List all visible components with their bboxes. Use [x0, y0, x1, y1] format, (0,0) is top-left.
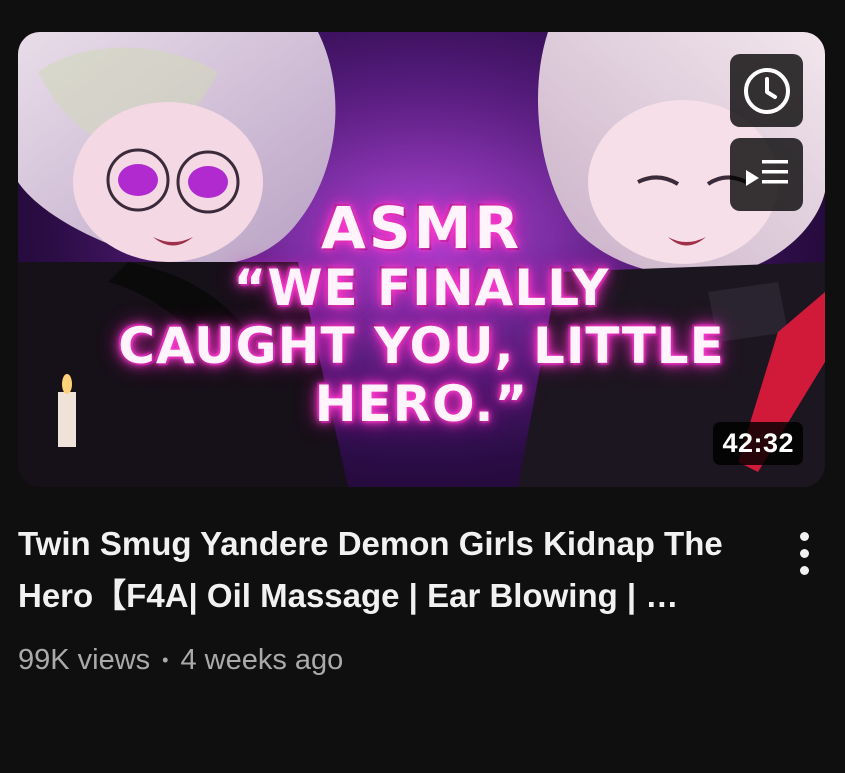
stats-separator: •	[162, 650, 169, 670]
upload-age: 4 weeks ago	[180, 644, 344, 676]
watch-later-button[interactable]	[730, 54, 803, 127]
clock-icon	[743, 67, 790, 114]
view-count: 99K views	[18, 644, 151, 676]
queue-icon	[745, 159, 788, 186]
video-details: Twin Smug Yandere Demon Girls Kidnap The…	[18, 518, 768, 677]
more-options-button[interactable]	[783, 527, 825, 579]
thumbnail-artwork	[18, 32, 825, 487]
video-stats: 99K views • 4 weeks ago	[18, 644, 768, 677]
more-vertical-icon	[799, 531, 809, 541]
video-card: ASMR “WE FINALLY CAUGHT YOU, LITTLE HERO…	[0, 0, 845, 773]
duration-badge: 42:32	[713, 422, 803, 465]
add-to-queue-button[interactable]	[730, 138, 803, 211]
video-title[interactable]: Twin Smug Yandere Demon Girls Kidnap The…	[18, 518, 768, 622]
video-thumbnail[interactable]: ASMR “WE FINALLY CAUGHT YOU, LITTLE HERO…	[18, 32, 825, 487]
